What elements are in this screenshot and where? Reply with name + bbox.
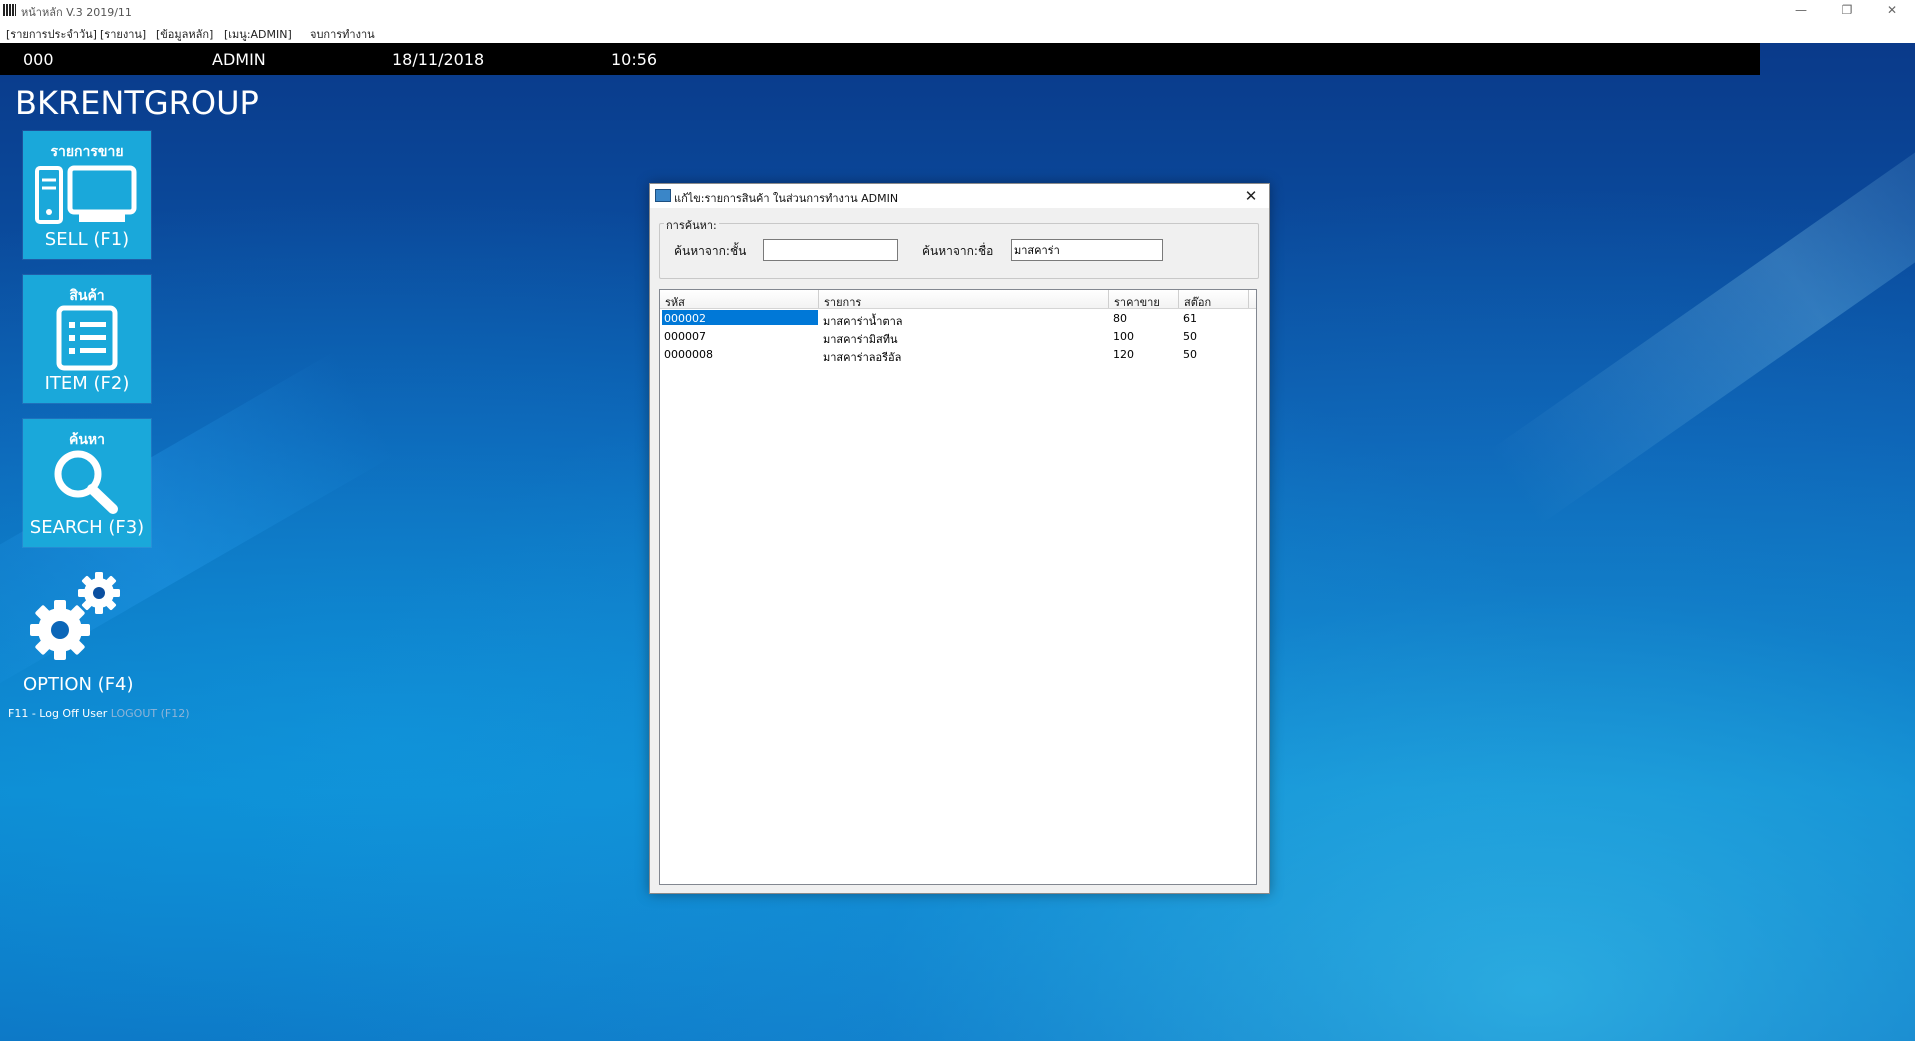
menu-daily[interactable]: [รายการประจำวัน] (6, 25, 97, 43)
dialog-titlebar: แก้ไข:รายการสินค้า ในส่วนการทำงาน ADMIN … (650, 184, 1269, 208)
cell-stock: 61 (1183, 312, 1197, 325)
dialog-title: แก้ไข:รายการสินค้า ในส่วนการทำงาน ADMIN (674, 192, 899, 205)
list-icon (56, 305, 118, 371)
sell-tile-label: SELL (F1) (44, 229, 130, 250)
column-header-stock[interactable]: สต๊อก (1179, 290, 1249, 309)
option-label[interactable]: OPTION (F4) (23, 674, 134, 695)
item-tile-label: ITEM (F2) (44, 373, 130, 394)
item-tile-heading: สินค้า (69, 288, 105, 304)
search-icon (54, 450, 118, 514)
search-name-input[interactable] (1011, 239, 1163, 261)
item-tile[interactable]: สินค้า ITEM (F2) (23, 275, 151, 403)
menu-exit[interactable]: จบการทำงาน (310, 25, 375, 43)
computer-icon (35, 165, 137, 224)
window-title: หน้าหลัก V.3 2019/11 (21, 6, 132, 19)
barcode-icon (3, 4, 16, 16)
search-tile[interactable]: ค้นหา SEARCH (F3) (23, 419, 151, 547)
table-row[interactable]: 0000008 มาสคาร่าลอรีอัล 120 50 (660, 345, 1256, 364)
logout-text[interactable]: LOGOUT (F12) (111, 707, 190, 720)
status-user: ADMIN (212, 50, 266, 69)
column-header-code[interactable]: รหัส (660, 290, 819, 309)
menu-bar: [รายการประจำวัน] [รายงาน] [ข้อมูลหลัก] [… (0, 21, 1915, 43)
dialog-close-button[interactable]: ✕ (1239, 185, 1263, 207)
logoff-hint: F11 - Log Off User LOGOUT (F12) (8, 707, 190, 720)
cell-price: 80 (1113, 312, 1127, 325)
search-group-label: การค้นหา: (664, 216, 719, 234)
background-light-streak (1487, 50, 1915, 526)
sell-tile[interactable]: รายการขาย SELL (F1) (23, 131, 151, 259)
search-code-input[interactable] (763, 239, 898, 261)
status-bar: 000 ADMIN 18/11/2018 10:56 (0, 43, 1760, 75)
minimize-button[interactable]: — (1778, 0, 1824, 21)
menu-master-data[interactable]: [ข้อมูลหลัก] (156, 25, 213, 43)
table-row[interactable]: 000002 มาสคาร่าน้ำตาล 80 61 (660, 309, 1256, 328)
search-groupbox: การค้นหา: ค้นหาจาก:ชั้น ค้นหาจาก:ชื่อ (659, 216, 1259, 279)
monitor-icon (655, 189, 671, 202)
sell-tile-heading: รายการขาย (50, 144, 124, 160)
cell-name: มาสคาร่าลอรีอัล (823, 351, 902, 364)
items-list[interactable]: รหัส รายการ ราคาขาย สต๊อก 000002 มาสคาร่… (659, 289, 1257, 885)
list-header: รหัส รายการ ราคาขาย สต๊อก (660, 290, 1256, 309)
cell-price: 120 (1113, 348, 1134, 361)
column-header-price[interactable]: ราคาขาย (1109, 290, 1179, 309)
column-header-name[interactable]: รายการ (819, 290, 1109, 309)
cell-price: 100 (1113, 330, 1134, 343)
search-code-label: ค้นหาจาก:ชั้น (674, 244, 747, 258)
status-date: 18/11/2018 (392, 50, 485, 69)
cell-code: 0000008 (664, 348, 713, 361)
menu-report[interactable]: [รายงาน] (100, 25, 146, 43)
restore-button[interactable]: ❐ (1824, 0, 1870, 21)
status-time: 10:56 (611, 50, 658, 69)
logoff-text[interactable]: F11 - Log Off User (8, 707, 107, 720)
status-code: 000 (23, 50, 54, 69)
search-name-label: ค้นหาจาก:ชื่อ (922, 244, 994, 258)
menu-admin[interactable]: [เมนู:ADMIN] (224, 25, 292, 43)
window-titlebar: หน้าหลัก V.3 2019/11 — ❐ ✕ (0, 0, 1915, 21)
brand-title: BKRENTGROUP (15, 84, 259, 122)
cell-code: 000002 (664, 312, 706, 325)
table-row[interactable]: 000007 มาสคาร่ามิสทีน 100 50 (660, 327, 1256, 346)
search-tile-heading: ค้นหา (68, 432, 106, 448)
edit-items-dialog: แก้ไข:รายการสินค้า ในส่วนการทำงาน ADMIN … (649, 183, 1270, 894)
cell-stock: 50 (1183, 348, 1197, 361)
cell-code: 000007 (664, 330, 706, 343)
close-window-button[interactable]: ✕ (1869, 0, 1915, 21)
cell-stock: 50 (1183, 330, 1197, 343)
gear-icon[interactable] (26, 570, 126, 662)
search-tile-label: SEARCH (F3) (29, 517, 145, 538)
